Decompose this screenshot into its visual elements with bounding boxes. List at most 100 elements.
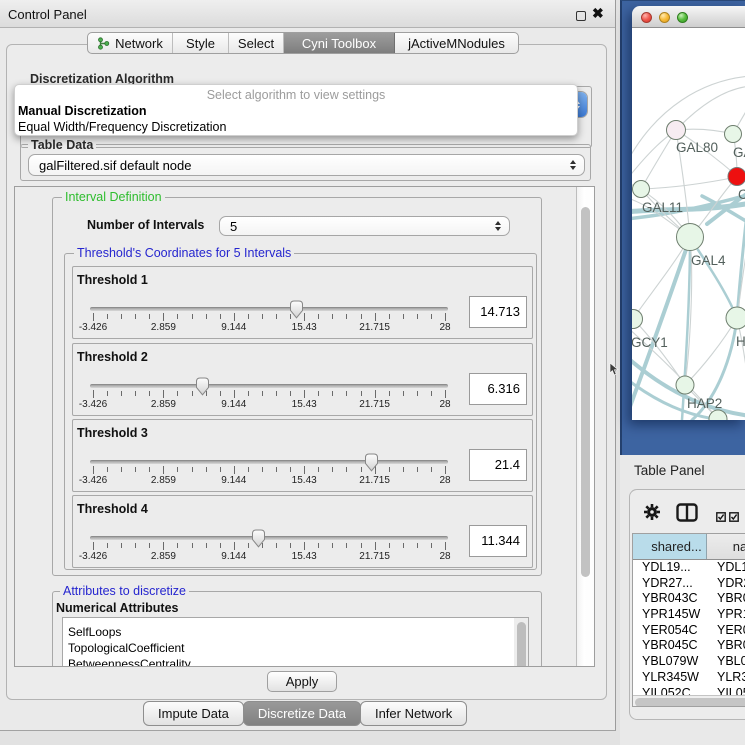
dropdown-item-equal-width-frequency[interactable]: Equal Width/Frequency Discretization: [18, 120, 226, 134]
scrollbar-thumb[interactable]: [581, 207, 590, 577]
slider-track[interactable]: [90, 536, 448, 540]
table-row[interactable]: YBR043CYBR04: [633, 591, 745, 607]
tab-discretize-data[interactable]: Discretize Data: [243, 701, 361, 726]
cell-shared-name: YER054C: [633, 623, 708, 639]
slider-minor-tick: [149, 543, 150, 548]
slider-track[interactable]: [90, 384, 448, 388]
list-item[interactable]: BetweennessCentrality: [63, 656, 528, 667]
table-row[interactable]: YPR145WYPR14: [633, 607, 745, 623]
slider-tick-label: 2.859: [151, 399, 176, 410]
tab-infer-network[interactable]: Infer Network: [360, 701, 467, 726]
apply-button[interactable]: Apply: [267, 671, 337, 692]
gear-icon[interactable]: [643, 503, 661, 526]
table-row[interactable]: YBL079WYBL07: [633, 654, 745, 670]
network-node-GAL11[interactable]: [633, 181, 650, 198]
list-item[interactable]: TopologicalCoefficient: [63, 640, 528, 656]
network-node-GCY1[interactable]: [632, 310, 643, 329]
slider-minor-tick: [361, 467, 362, 472]
network-node-label: GA: [733, 145, 745, 160]
slider-minor-tick: [248, 391, 249, 396]
tab-network[interactable]: Network: [88, 33, 173, 53]
list-item[interactable]: SelfLoops: [63, 624, 528, 640]
table-row[interactable]: YLR345WYLR34: [633, 670, 745, 686]
slider-track[interactable]: [90, 460, 448, 464]
threshold-value-field[interactable]: 11.344: [469, 525, 527, 557]
slider-track[interactable]: [90, 307, 448, 311]
table-header-name[interactable]: name: [707, 534, 745, 559]
slider-minor-tick: [262, 391, 263, 396]
network-edge[interactable]: [737, 318, 745, 408]
slider-minor-tick: [276, 391, 277, 396]
slider-minor-tick: [248, 467, 249, 472]
threshold-value-field[interactable]: 6.316: [469, 373, 527, 405]
slider-thumb[interactable]: [195, 377, 210, 396]
tab-select[interactable]: Select: [229, 33, 284, 53]
threshold-panel-4: Threshold 4-3.4262.8599.14415.4321.71528…: [72, 495, 533, 568]
checkbox-icon[interactable]: [729, 509, 739, 527]
network-node-top-right[interactable]: [725, 126, 742, 143]
checkbox-icon[interactable]: [716, 509, 726, 527]
network-edge[interactable]: [641, 130, 676, 189]
columns-icon[interactable]: [676, 503, 698, 527]
dropdown-item-manual-discretization[interactable]: Manual Discretization: [18, 104, 147, 118]
cell-name: YBR04: [708, 591, 745, 607]
network-node-GAL4[interactable]: [677, 224, 704, 251]
list-scrollbar-thumb[interactable]: [517, 622, 526, 667]
slider-thumb[interactable]: [364, 453, 379, 472]
list-scrollbar-track[interactable]: [514, 618, 528, 667]
tab-jactivemnodules[interactable]: jActiveMNodules: [395, 33, 518, 53]
tab-cyni-toolbox[interactable]: Cyni Toolbox: [284, 33, 395, 53]
slider-minor-tick: [276, 543, 277, 548]
tab-style[interactable]: Style: [173, 33, 229, 53]
slider-minor-tick: [220, 391, 221, 396]
slider-tick-label: 2.859: [151, 551, 176, 562]
network-node-HAP2[interactable]: [676, 376, 694, 394]
network-node-red-node[interactable]: [728, 168, 745, 186]
slider-minor-tick: [361, 314, 362, 319]
network-edge-highlighted[interactable]: [690, 238, 737, 318]
close-icon[interactable]: ✖: [592, 5, 604, 22]
network-edge[interactable]: [676, 86, 745, 130]
network-node-H-node[interactable]: [726, 307, 745, 329]
close-button[interactable]: [641, 12, 652, 23]
slider-minor-tick: [361, 543, 362, 548]
scrollbar-track[interactable]: [576, 187, 594, 666]
table-hscrollbar-thumb[interactable]: [635, 698, 745, 707]
minimize-button[interactable]: [659, 12, 670, 23]
network-edge[interactable]: [641, 177, 737, 189]
table-row[interactable]: YBR045CYBR04: [633, 638, 745, 654]
threshold-value-field[interactable]: 14.713: [469, 296, 527, 328]
slider-minor-tick: [403, 467, 404, 472]
table-row[interactable]: YER054CYER05: [633, 623, 745, 639]
control-panel-titlebar: Control Panel ✖: [0, 0, 615, 28]
float-window-icon[interactable]: [576, 11, 586, 21]
slider-minor-tick: [332, 391, 333, 396]
network-node-GAL80[interactable]: [667, 121, 686, 140]
network-edge[interactable]: [633, 237, 690, 319]
table-row[interactable]: YDR27...YDR27: [633, 576, 745, 592]
slider-minor-tick: [107, 314, 108, 319]
slider-minor-tick: [107, 391, 108, 396]
slider-thumb[interactable]: [251, 529, 266, 548]
slider-tick-label: 2.859: [151, 475, 176, 486]
table-data-combobox[interactable]: galFiltered.sif default node: [28, 154, 585, 176]
slider-minor-tick: [206, 314, 207, 319]
slider-thumb[interactable]: [289, 300, 304, 319]
threshold-value-field[interactable]: 21.4: [469, 449, 527, 481]
table-hscrollbar-track[interactable]: [633, 695, 745, 707]
cell-name: YER05: [708, 623, 745, 639]
tab-impute-data[interactable]: Impute Data: [143, 701, 244, 726]
table-header-shared-name[interactable]: shared...: [633, 534, 707, 559]
zoom-button[interactable]: [677, 12, 688, 23]
table-panel-region: Table Panel: [620, 455, 745, 745]
cell-shared-name: YBL079W: [633, 654, 708, 670]
slider-minor-tick: [318, 314, 319, 319]
numerical-attributes-list[interactable]: SelfLoopsTopologicalCoefficientBetweenne…: [62, 617, 529, 667]
slider-major-tick: [375, 542, 376, 550]
slider-tick-label: 15.43: [292, 399, 317, 410]
table-row[interactable]: YDL19...YDL19: [633, 560, 745, 576]
network-canvas[interactable]: GAL80GACGAL11GAL4GCY1HHAP2: [632, 28, 745, 420]
slider-minor-tick: [276, 314, 277, 319]
number-of-intervals-combobox[interactable]: 5: [219, 216, 510, 236]
slider-tick-label: 21.715: [359, 551, 390, 562]
